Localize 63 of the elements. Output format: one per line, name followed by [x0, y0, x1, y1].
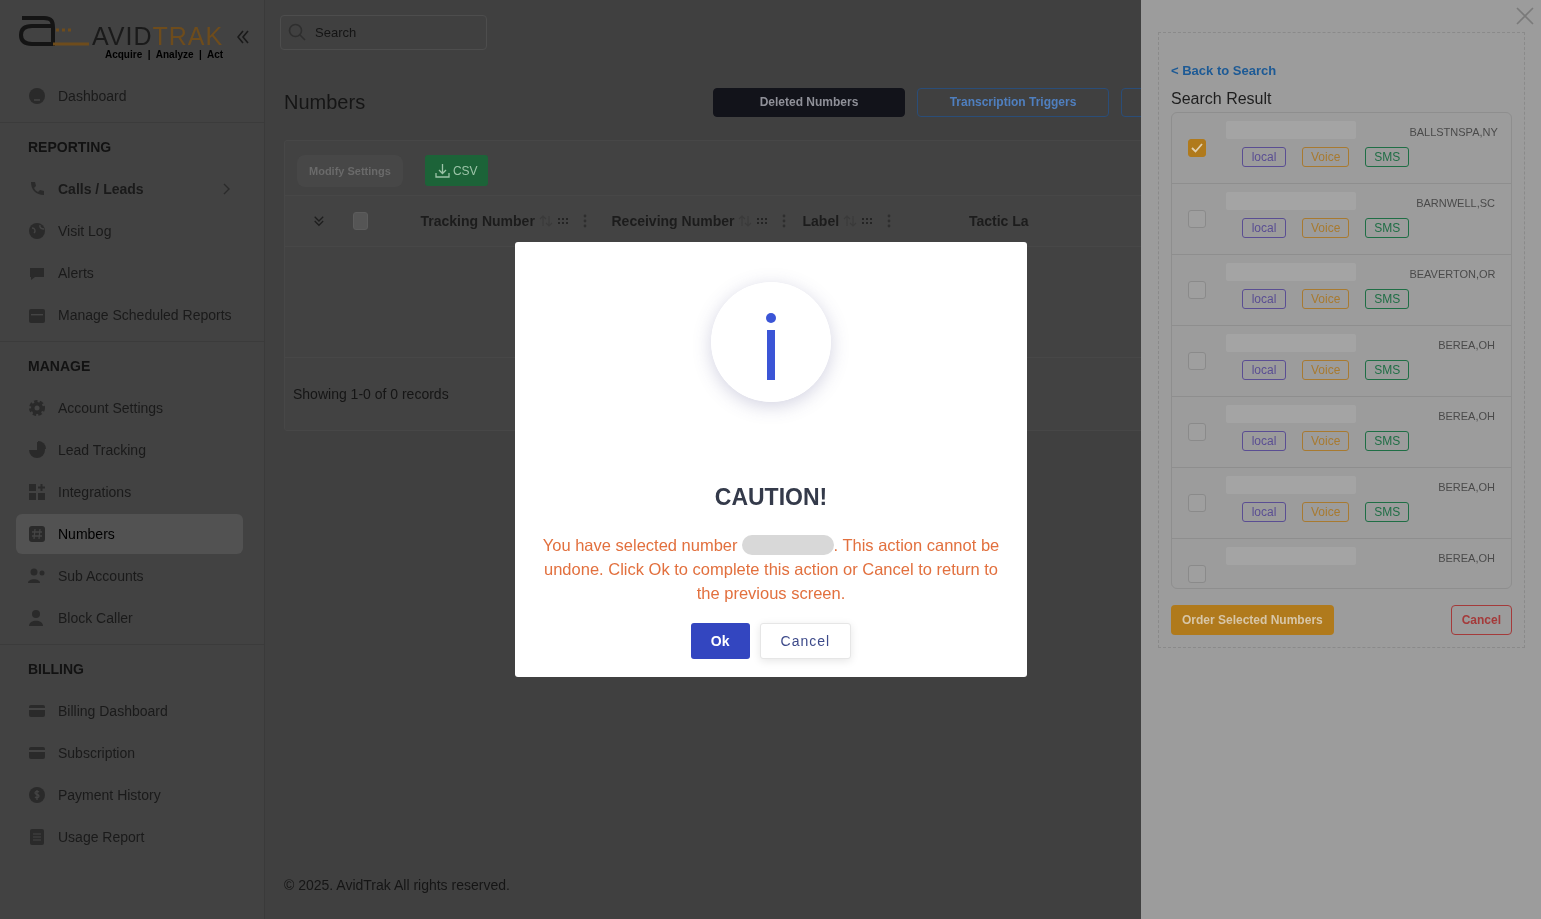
gear-icon [28, 399, 46, 417]
tag: Voice [1302, 147, 1350, 167]
grid-icon [28, 483, 46, 501]
tag: SMS [1365, 502, 1410, 522]
card-icon [28, 744, 46, 762]
city-label: BARNWELL,SC [1416, 196, 1495, 211]
tag: Voice [1302, 360, 1350, 380]
calendar-icon [28, 306, 46, 324]
toolbar-button[interactable]: Deleted Numbers [713, 87, 905, 117]
pie-chart-icon [28, 441, 46, 459]
gauge-icon [28, 87, 46, 105]
order-button[interactable]: Order Selected Numbers [1171, 605, 1334, 635]
logo-tagline: Acquire | Analyze | Act [104, 49, 224, 60]
info-icon [711, 282, 831, 402]
chevron-icon [223, 183, 231, 195]
section-title: Search Result [1171, 90, 1273, 108]
user-icon [28, 609, 46, 627]
tag: Voice [1302, 502, 1350, 522]
tag: local [1242, 431, 1286, 451]
checkbox[interactable] [1188, 139, 1206, 157]
document-icon [28, 828, 46, 846]
city-label: BEREA,OH [1438, 409, 1495, 424]
tag: Voice [1302, 218, 1350, 238]
card-icon [28, 702, 46, 720]
close-icon[interactable] [1515, 6, 1535, 26]
tag: SMS [1365, 431, 1410, 451]
hash-icon [28, 525, 46, 543]
cancel-button[interactable]: Cancel [1450, 605, 1512, 635]
city-label: BEREA,OH [1438, 338, 1495, 353]
tag: Voice [1302, 431, 1350, 451]
tag: SMS [1365, 360, 1410, 380]
sidebar-item[interactable]: Numbers [16, 514, 243, 554]
city-label: BEREA,OH [1438, 551, 1495, 566]
dialog-title: CAUTION! [714, 484, 828, 511]
cancel-button[interactable]: Cancel [759, 623, 852, 659]
tag: SMS [1365, 289, 1410, 309]
double-chevron-icon[interactable] [313, 214, 325, 228]
city-label: BALLSTNSPA,NY [1409, 125, 1498, 140]
tag: Voice [1302, 289, 1350, 309]
dollar-icon [28, 786, 46, 804]
grip-icon[interactable] [556, 217, 569, 225]
csv-button[interactable]: CSV [424, 155, 488, 186]
tag: local [1242, 502, 1286, 522]
checkbox[interactable] [352, 212, 369, 230]
grip-icon[interactable] [756, 217, 769, 225]
ok-button[interactable]: Ok [690, 623, 750, 659]
users-icon [28, 567, 46, 585]
tag: SMS [1365, 218, 1410, 238]
tag: local [1242, 147, 1286, 167]
grip-icon[interactable] [861, 217, 874, 225]
tag: SMS [1365, 147, 1410, 167]
tag: local [1242, 360, 1286, 380]
toolbar-button[interactable]: Transcription Triggers [917, 87, 1109, 117]
globe-icon [28, 222, 46, 240]
tag: local [1242, 218, 1286, 238]
phone-icon [28, 180, 46, 198]
double-chevron-icon[interactable] [237, 30, 250, 44]
back-link[interactable]: < Back to Search [1171, 63, 1512, 78]
city-label: BEAVERTON,OR [1409, 267, 1496, 282]
download-icon [434, 163, 450, 178]
city-label: BEREA,OH [1438, 480, 1495, 495]
message-text: You have selected number . This action cannot be undone. Click Ok to complete this action or Cancel to return to the previous screen. [541, 534, 1001, 604]
tag: local [1242, 289, 1286, 309]
